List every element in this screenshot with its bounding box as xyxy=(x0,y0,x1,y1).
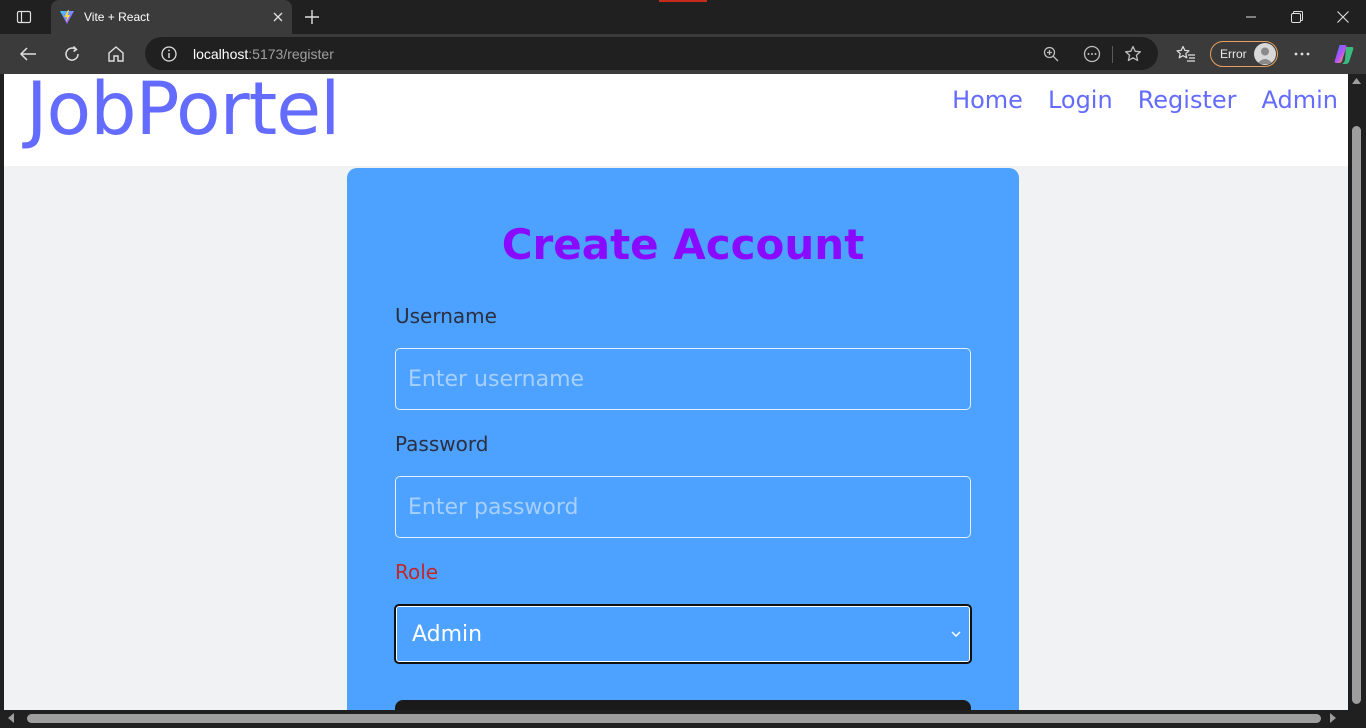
recording-indicator xyxy=(659,0,707,2)
role-selected-value: Admin xyxy=(412,621,483,647)
nav-login-link[interactable]: Login xyxy=(1048,86,1113,114)
minimize-icon xyxy=(1246,16,1256,18)
role-select[interactable]: Admin xyxy=(394,604,972,664)
nav-register-link[interactable]: Register xyxy=(1138,86,1237,114)
tab-strip: Vite + React xyxy=(0,0,1366,34)
close-icon xyxy=(1337,11,1349,23)
user-icon xyxy=(1257,47,1273,64)
tab-title: Vite + React xyxy=(84,10,150,24)
horizontal-scrollbar[interactable] xyxy=(0,710,1366,728)
scroll-up-arrow-icon[interactable] xyxy=(1352,78,1361,84)
refresh-button[interactable] xyxy=(56,38,88,70)
zoom-button[interactable] xyxy=(1038,41,1064,67)
copilot-button[interactable] xyxy=(1328,38,1360,70)
more-circle-icon xyxy=(1083,45,1101,63)
close-icon xyxy=(273,12,283,22)
horizontal-scroll-thumb[interactable] xyxy=(27,714,1321,723)
settings-more-button[interactable] xyxy=(1286,38,1318,70)
form-title: Create Account xyxy=(501,220,865,269)
password-input[interactable] xyxy=(395,476,971,538)
register-form-card: Create Account Username Password Role Ad… xyxy=(347,168,1019,710)
minimize-button[interactable] xyxy=(1228,0,1274,34)
favorites-button[interactable] xyxy=(1170,38,1202,70)
star-icon xyxy=(1124,45,1142,62)
url-path: :5173/register xyxy=(248,46,334,62)
main-nav: Home Login Register Admin xyxy=(952,86,1338,114)
site-header: JobPortel Home Login Register Admin xyxy=(4,74,1348,166)
reader-button[interactable] xyxy=(1079,41,1105,67)
username-input[interactable] xyxy=(395,348,971,410)
avatar xyxy=(1254,43,1276,65)
close-window-button[interactable] xyxy=(1320,0,1366,34)
back-arrow-icon xyxy=(19,47,36,61)
role-label: Role xyxy=(395,560,439,584)
password-label: Password xyxy=(395,432,489,456)
profile-status: Error xyxy=(1220,47,1247,61)
new-tab-button[interactable] xyxy=(298,3,326,31)
back-button[interactable] xyxy=(12,38,44,70)
url-host: localhost xyxy=(193,46,249,62)
scroll-left-arrow-icon[interactable] xyxy=(8,713,14,723)
favorite-button[interactable] xyxy=(1120,41,1146,67)
tab-actions-button[interactable] xyxy=(8,5,40,29)
vite-logo-icon xyxy=(59,9,75,25)
page-viewport: JobPortel Home Login Register Admin Crea… xyxy=(4,74,1348,710)
ellipsis-icon xyxy=(1294,52,1310,56)
nav-home-link[interactable]: Home xyxy=(952,86,1023,114)
url-text: localhost:5173/register xyxy=(193,46,334,62)
site-logo[interactable]: JobPortel xyxy=(26,74,340,154)
address-bar-divider xyxy=(1112,46,1113,63)
vertical-scrollbar[interactable] xyxy=(1348,74,1366,710)
browser-toolbar: localhost:5173/register Error xyxy=(0,34,1366,74)
tab-actions-icon xyxy=(16,10,32,24)
close-tab-button[interactable] xyxy=(264,3,292,31)
profile-button[interactable]: Error xyxy=(1210,41,1278,67)
chevron-down-icon xyxy=(946,624,966,644)
copilot-icon xyxy=(1334,45,1354,64)
vertical-scroll-thumb[interactable] xyxy=(1352,126,1361,704)
nav-admin-link[interactable]: Admin xyxy=(1262,86,1339,114)
address-bar[interactable]: localhost:5173/register xyxy=(145,37,1158,70)
refresh-icon xyxy=(65,45,79,61)
browser-tab[interactable]: Vite + React xyxy=(51,0,292,34)
zoom-icon xyxy=(1043,46,1059,62)
plus-icon xyxy=(305,10,319,24)
username-label: Username xyxy=(395,304,497,328)
site-info-button[interactable] xyxy=(156,41,182,67)
favorites-icon xyxy=(1176,45,1195,62)
home-button[interactable] xyxy=(100,38,132,70)
restore-button[interactable] xyxy=(1274,0,1320,34)
register-submit-button[interactable] xyxy=(395,700,971,710)
info-icon xyxy=(161,46,177,62)
home-icon xyxy=(108,46,124,62)
restore-icon xyxy=(1291,11,1303,23)
scroll-right-arrow-icon[interactable] xyxy=(1330,713,1336,723)
